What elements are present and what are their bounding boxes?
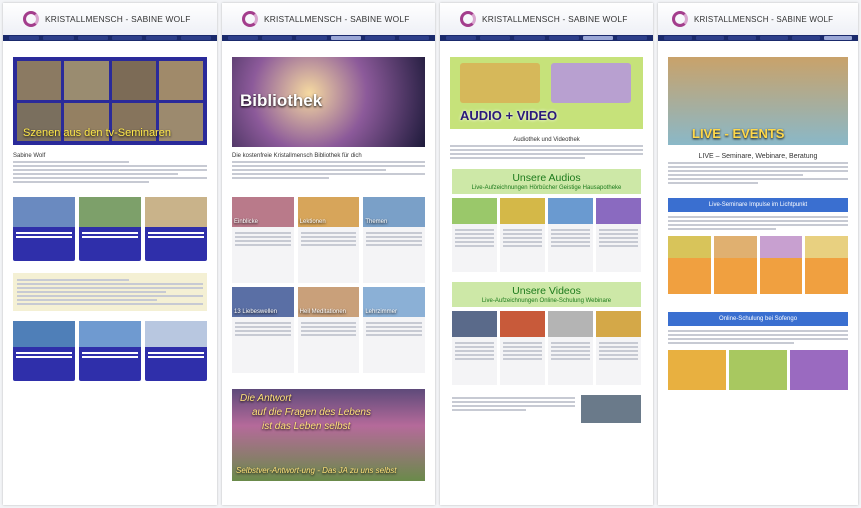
kristallmensch-logo-icon[interactable] [23,11,39,27]
tile-label: 13 Liebeswellen [234,309,278,315]
site-title[interactable]: KRISTALLMENSCH - SABINE WOLF [45,14,191,24]
site-header: KRISTALLMENSCH - SABINE WOLF [3,3,217,35]
video-row-1[interactable] [13,197,207,261]
site-header: KRISTALLMENSCH - SABINE WOLF [440,3,653,35]
tile-label: Lehrzimmer [365,309,398,315]
video-footer [452,395,641,423]
video-grid[interactable] [452,311,641,385]
site-title[interactable]: KRISTALLMENSCH - SABINE WOLF [694,15,833,24]
promo-banner[interactable]: Die Antwort auf die Fragen des Lebens is… [232,389,425,481]
section-heading: Audiothek und Videothek [513,137,580,143]
live-events-banner: LIVE - EVENTS [668,57,848,145]
promo-bottom: Selbstver-Antwort-ung - Das JA zu uns se… [236,466,397,475]
kristallmensch-logo-icon[interactable] [242,11,258,27]
audio-video-banner: AUDIO + VIDEO [450,57,643,129]
main-nav[interactable] [658,35,858,41]
audio-video-intro: Audiothek und Videothek [450,137,643,159]
seminar-band: Live-Seminare Impulse im Lichtpunkt [668,198,848,212]
page-audio-video: KRISTALLMENSCH - SABINE WOLF AUDIO + VID… [440,3,653,505]
video-section-header: Unsere Videos Live-Aufzeichnungen Online… [452,282,641,307]
promo-line-1: auf die Fragen des Lebens [252,407,371,418]
audio-title: Unsere Audios [512,172,581,184]
video-title: Unsere Videos [512,285,581,297]
banner-caption: Bibliothek [240,91,323,110]
site-title[interactable]: KRISTALLMENSCH - SABINE WOLF [482,14,628,24]
page-live-events: KRISTALLMENSCH - SABINE WOLF LIVE - EVEN… [658,3,858,505]
site-header: KRISTALLMENSCH - SABINE WOLF [222,3,435,35]
site-title[interactable]: KRISTALLMENSCH - SABINE WOLF [264,14,410,24]
tile-label: Heil Meditationen [299,309,347,315]
video-subtitle: Live-Aufzeichnungen Online-Schulung Webi… [481,298,612,304]
library-grid[interactable]: Einblicke Lektionen Themen 13 Liebeswell… [232,197,425,373]
sofengo-band: Online-Schulung bei Sofengo [668,312,848,326]
site-header: KRISTALLMENSCH - SABINE WOLF [658,3,858,35]
audio-section-header: Unsere Audios Live-Aufzeichnungen Hörbüc… [452,169,641,194]
video-row-2[interactable] [13,321,207,381]
page-about: KRISTALLMENSCH - SABINE WOLF Szenen aus … [3,3,217,505]
live-intro: LIVE – Seminare, Webinare, Beratung [668,153,848,184]
sofengo-text [668,330,848,344]
seminar-text [668,216,848,230]
page-library: KRISTALLMENSCH - SABINE WOLF Bibliothek … [222,3,435,505]
seminar-grid[interactable] [668,236,848,294]
kristallmensch-logo-icon[interactable] [672,11,688,27]
screenshot-collage: KRISTALLMENSCH - SABINE WOLF Szenen aus … [0,0,861,508]
seminar-banner: Szenen aus den tv-Seminaren [13,57,207,145]
main-nav[interactable] [3,35,217,41]
section-heading: Die kostenfreie Kristallmensch Bibliothe… [232,153,362,159]
audio-grid[interactable] [452,198,641,272]
main-nav[interactable] [440,35,653,41]
banner-caption: LIVE - EVENTS [692,126,785,141]
tile-label: Einblicke [234,219,259,225]
tile-label: Themen [365,219,388,225]
kristallmensch-logo-icon[interactable] [460,11,476,27]
promo-title: Die Antwort [240,393,292,404]
intro-section: Sabine Wolf [13,153,207,183]
banner-caption: AUDIO + VIDEO [460,108,558,123]
library-intro: Die kostenfreie Kristallmensch Bibliothe… [232,153,425,179]
main-nav[interactable] [222,35,435,41]
banner-caption: Szenen aus den tv-Seminaren [23,127,171,139]
library-banner: Bibliothek [232,57,425,147]
author-name: Sabine Wolf [13,153,46,159]
promo-line-2: ist das Leben selbst [262,421,351,432]
training-text [13,273,207,311]
audio-subtitle: Live-Aufzeichnungen Hörbücher Geistige H… [471,185,622,191]
section-heading: LIVE – Seminare, Webinare, Beratung [698,153,818,160]
tile-label: Lektionen [299,219,326,225]
webinar-grid[interactable] [668,350,848,390]
